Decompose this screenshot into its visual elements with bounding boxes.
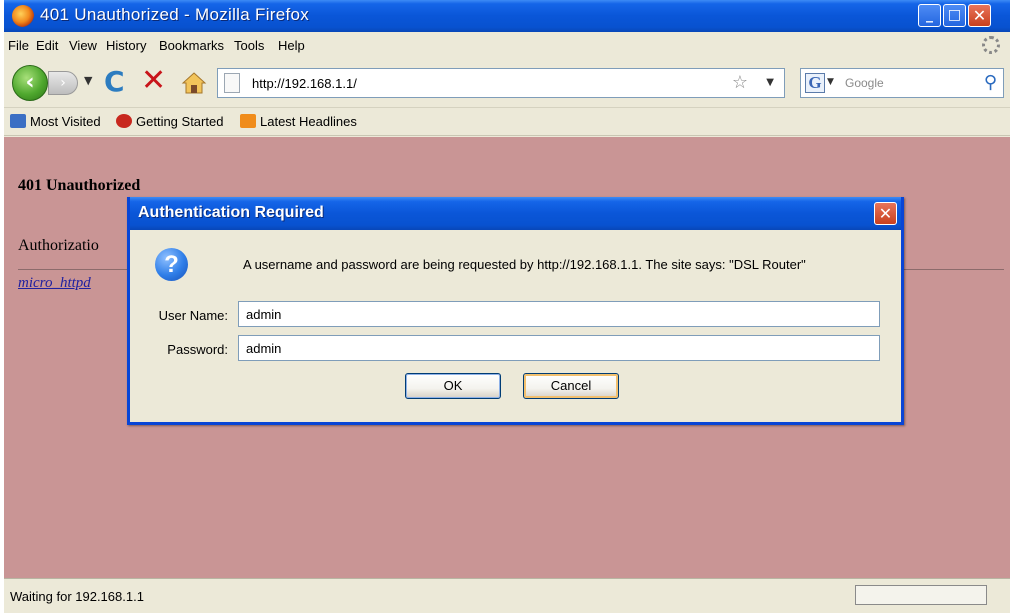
- bookmark-label: Latest Headlines: [260, 114, 357, 129]
- menu-file[interactable]: File: [8, 38, 29, 53]
- menu-bookmarks[interactable]: Bookmarks: [159, 38, 224, 53]
- dialog-message: A username and password are being reques…: [243, 257, 806, 272]
- status-text: Waiting for 192.168.1.1: [10, 589, 144, 604]
- bookmark-label: Getting Started: [136, 114, 224, 129]
- firefox-bookmark-icon: [116, 114, 132, 128]
- url-bar[interactable]: http://192.168.1.1/ ☆ ▼: [217, 68, 785, 98]
- menu-view[interactable]: View: [69, 38, 97, 53]
- search-icon[interactable]: ⚲: [984, 72, 997, 93]
- menu-tools[interactable]: Tools: [234, 38, 264, 53]
- password-label: Password:: [167, 342, 228, 357]
- menu-help[interactable]: Help: [278, 38, 305, 53]
- ok-button[interactable]: OK: [405, 373, 501, 399]
- menu-history[interactable]: History: [106, 38, 146, 53]
- status-bar: Waiting for 192.168.1.1: [4, 578, 1010, 613]
- bookmark-label: Most Visited: [30, 114, 101, 129]
- google-icon[interactable]: G: [805, 73, 825, 93]
- dialog-title: Authentication Required: [138, 204, 324, 221]
- minimize-button[interactable]: _: [918, 4, 941, 27]
- password-field[interactable]: [238, 335, 880, 361]
- dialog-title-bar[interactable]: Authentication Required ✕: [130, 197, 901, 230]
- server-link[interactable]: micro_httpd: [18, 275, 91, 292]
- menu-bar: File Edit View History Bookmarks Tools H…: [4, 32, 1010, 58]
- url-text: http://192.168.1.1/: [252, 76, 357, 91]
- rss-icon: [240, 114, 256, 128]
- dialog-close-button[interactable]: ✕: [874, 202, 897, 225]
- username-field[interactable]: [238, 301, 880, 327]
- back-button[interactable]: ‹: [12, 65, 48, 101]
- bookmark-latest-headlines[interactable]: Latest Headlines: [240, 114, 357, 129]
- status-progress-box: [855, 585, 987, 605]
- close-button[interactable]: ✕: [968, 4, 991, 27]
- search-bar[interactable]: G ▼ Google ⚲: [800, 68, 1004, 98]
- search-engine-dropdown-icon[interactable]: ▼: [827, 77, 834, 87]
- folder-icon: [10, 114, 26, 128]
- maximize-button[interactable]: □: [943, 4, 966, 27]
- window-title: 401 Unauthorized - Mozilla Firefox: [40, 5, 310, 24]
- navigation-toolbar: ‹ › ▼ C ✕ http://192.168.1.1/ ☆ ▼ G ▼ Go…: [4, 58, 1010, 108]
- question-icon: ?: [155, 248, 188, 281]
- history-dropdown-icon[interactable]: ▼: [84, 74, 92, 87]
- throbber-icon: [982, 36, 1000, 54]
- firefox-icon: [12, 5, 34, 27]
- bookmark-most-visited[interactable]: Most Visited: [10, 114, 101, 129]
- bookmarks-toolbar: Most Visited Getting Started Latest Head…: [4, 108, 1010, 136]
- page-heading: 401 Unauthorized: [18, 177, 141, 194]
- stop-icon[interactable]: ✕: [141, 64, 166, 98]
- home-icon[interactable]: [181, 70, 207, 96]
- bookmark-getting-started[interactable]: Getting Started: [116, 114, 223, 129]
- cancel-button[interactable]: Cancel: [523, 373, 619, 399]
- menu-edit[interactable]: Edit: [36, 38, 58, 53]
- page-icon: [224, 73, 240, 93]
- reload-icon[interactable]: C: [104, 66, 125, 98]
- title-bar[interactable]: 401 Unauthorized - Mozilla Firefox _ □ ✕: [4, 0, 1010, 32]
- bookmark-star-icon[interactable]: ☆: [732, 72, 748, 93]
- forward-button[interactable]: ›: [48, 71, 78, 95]
- page-message: Authorizatio: [18, 237, 99, 254]
- search-placeholder: Google: [845, 76, 884, 90]
- auth-dialog: Authentication Required ✕ ? A username a…: [127, 197, 904, 425]
- username-label: User Name:: [158, 308, 228, 323]
- url-dropdown-icon[interactable]: ▼: [766, 77, 774, 88]
